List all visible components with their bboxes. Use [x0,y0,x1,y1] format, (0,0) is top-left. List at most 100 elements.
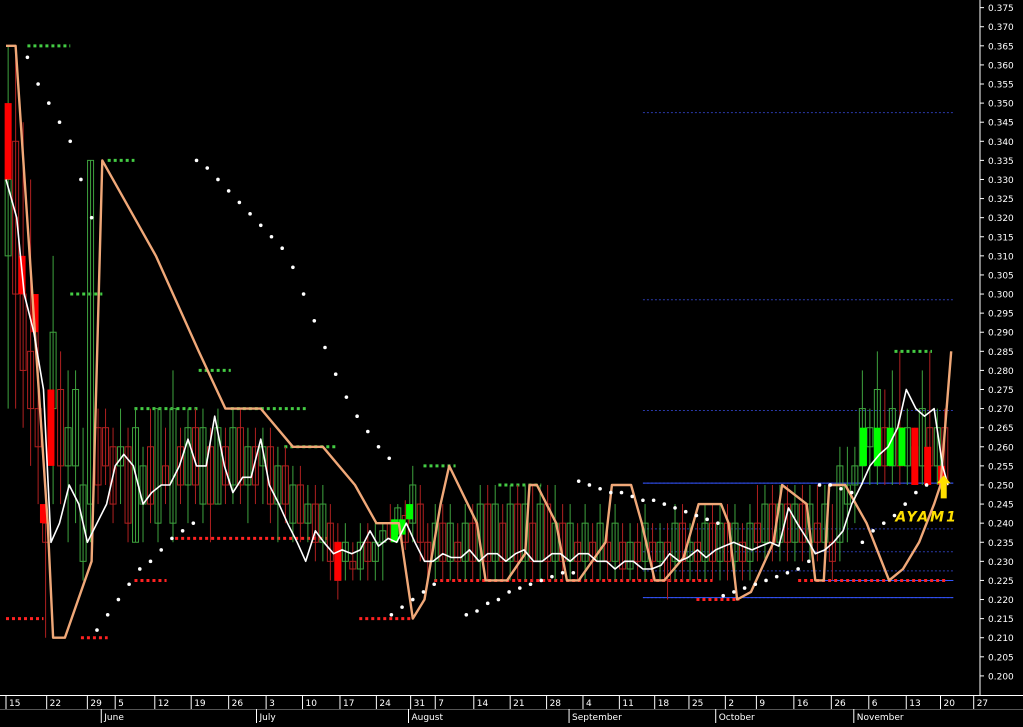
x-day-label: 18 [658,699,670,709]
sar-dot [587,483,592,487]
x-day-label: 11 [622,699,633,709]
y-tick-label: 0.275 [988,386,1014,396]
sar-dot [571,571,576,575]
y-tick-label: 0.310 [988,252,1014,262]
x-day-label: 10 [306,699,318,709]
sar-dot [280,246,284,251]
sar-dot [903,502,907,506]
sar-dot [924,483,929,487]
sar-dot [828,483,833,487]
y-tick-label: 0.375 [988,4,1014,14]
y-tick-label: 0.200 [988,672,1014,682]
sar-dot [539,578,544,583]
sar-dot [312,318,317,323]
sar-dot [68,139,73,144]
sar-dot [355,414,359,419]
x-month-label: September [572,713,622,723]
sar-dot [475,609,479,613]
sar-dot [732,590,736,594]
sar-dot [194,158,199,163]
x-day-label: 13 [909,699,920,709]
sar-dot [630,494,635,499]
x-day-label: 27 [977,699,988,709]
sar-dot [366,429,370,434]
x-day-label: 16 [797,699,809,709]
y-tick-label: 0.295 [988,310,1014,320]
x-day-label: 17 [343,699,354,709]
x-day-label: 12 [158,699,169,709]
y-tick-label: 0.270 [988,405,1014,415]
sar-dot [421,590,426,594]
sar-dot [881,521,886,525]
y-tick-label: 0.290 [988,329,1014,339]
x-day-label: 21 [513,699,524,709]
sar-dot [651,498,656,503]
sar-dot [116,597,121,602]
y-tick-label: 0.250 [988,481,1014,491]
y-tick-label: 0.235 [988,539,1014,549]
sar-dot [673,506,677,510]
y-tick-label: 0.205 [988,653,1014,663]
sar-dot [528,582,533,587]
y-tick-label: 0.340 [988,138,1014,148]
y-tick-label: 0.335 [988,157,1014,167]
sar-dot [598,486,602,491]
sar-dot [323,345,327,350]
sar-dot [683,509,688,514]
x-day-label: 2 [728,699,734,709]
sar-dot [95,628,99,632]
sar-dot [79,177,83,182]
x-day-label: 26 [834,699,846,709]
sar-dot [641,498,645,503]
sar-dot [871,528,875,533]
sar-dot [662,502,667,506]
sar-dot [705,517,709,522]
sar-dot [180,528,185,533]
sar-dot [36,82,40,86]
y-tick-label: 0.285 [988,348,1014,358]
y-tick-label: 0.210 [988,634,1014,644]
sar-dot [226,189,231,193]
sar-dot [301,292,306,296]
x-month-label: November [857,713,904,723]
sar-dot [127,582,131,587]
sar-dot [333,372,338,377]
y-tick-label: 0.345 [988,119,1014,129]
highlight-bar-5 [334,542,342,581]
highlight-bar-0 [4,103,12,180]
sar-dot [410,597,415,602]
chart-svg: AYAM1 0.200 0.205 0.210 0.215 0.220 0.225 0.23… [0,0,1023,723]
sar-dot [807,559,811,564]
y-tick-label: 0.305 [988,271,1014,281]
y-tick-label: 0.300 [988,291,1014,301]
y-tick-label: 0.325 [988,195,1014,205]
x-day-label: 29 [90,699,102,709]
x-day-label: 3 [269,699,275,709]
sar-dot [518,586,522,590]
sar-dot [817,483,822,487]
sar-dot [609,490,613,495]
sar-dot [400,605,404,609]
highlight-bar-12 [898,427,906,466]
y-tick-label: 0.360 [988,61,1014,71]
sar-dot [138,567,142,571]
plot-background [0,0,980,695]
sar-dot [742,586,747,590]
sar-dot [25,55,30,60]
x-month-label: October [719,713,755,723]
sar-dot [839,486,843,491]
y-tick-label: 0.225 [988,577,1014,587]
sar-dot [57,120,62,124]
y-tick-label: 0.315 [988,233,1014,243]
sar-dot [576,479,581,483]
x-day-label: 6 [872,699,878,709]
sar-dot [191,521,196,525]
y-tick-label: 0.215 [988,615,1014,625]
x-day-label: 14 [477,699,489,709]
y-tick-label: 0.330 [988,176,1014,186]
sar-dot [389,613,394,617]
sar-dot [914,490,918,495]
sar-dot [694,513,699,518]
sar-dot [258,223,263,228]
y-tick-label: 0.320 [988,214,1014,224]
